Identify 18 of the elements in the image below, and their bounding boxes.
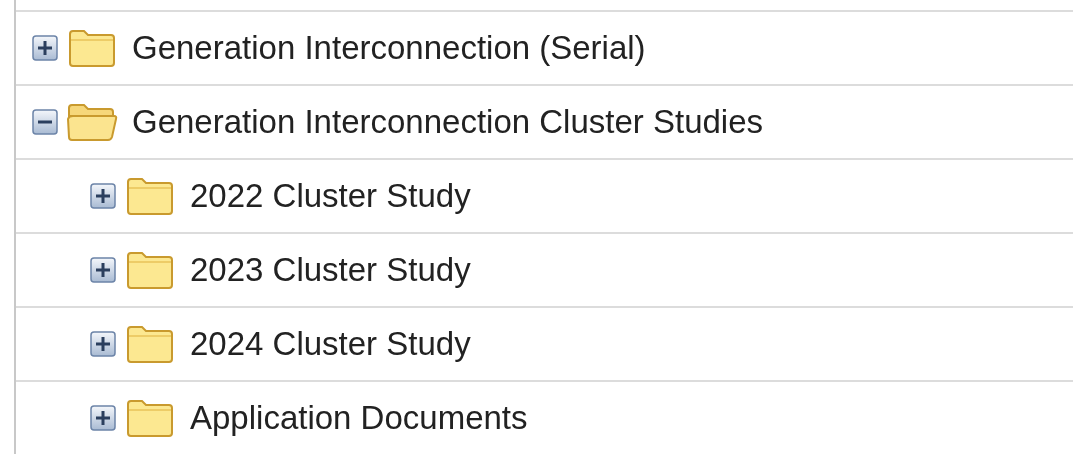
expand-toggle[interactable] [90,405,116,431]
expand-toggle[interactable] [90,331,116,357]
folder-label: Generation Interconnection (Serial) [132,28,646,69]
folder-icon [66,28,118,68]
expand-toggle[interactable] [90,183,116,209]
folder-label: 2023 Cluster Study [190,250,471,291]
folder-label: 2022 Cluster Study [190,176,471,217]
expand-toggle[interactable] [90,257,116,283]
folder-label: Generation Interconnection Cluster Studies [132,102,764,143]
open-folder-icon [66,102,118,142]
expand-toggle[interactable] [32,35,58,61]
folder-icon [124,398,176,438]
folder-label: 2024 Cluster Study [190,324,471,365]
folder-icon [124,176,176,216]
collapse-toggle[interactable] [32,109,58,135]
folder-icon [124,250,176,290]
folder-label: Application Documents [190,398,528,439]
folder-icon [124,324,176,364]
